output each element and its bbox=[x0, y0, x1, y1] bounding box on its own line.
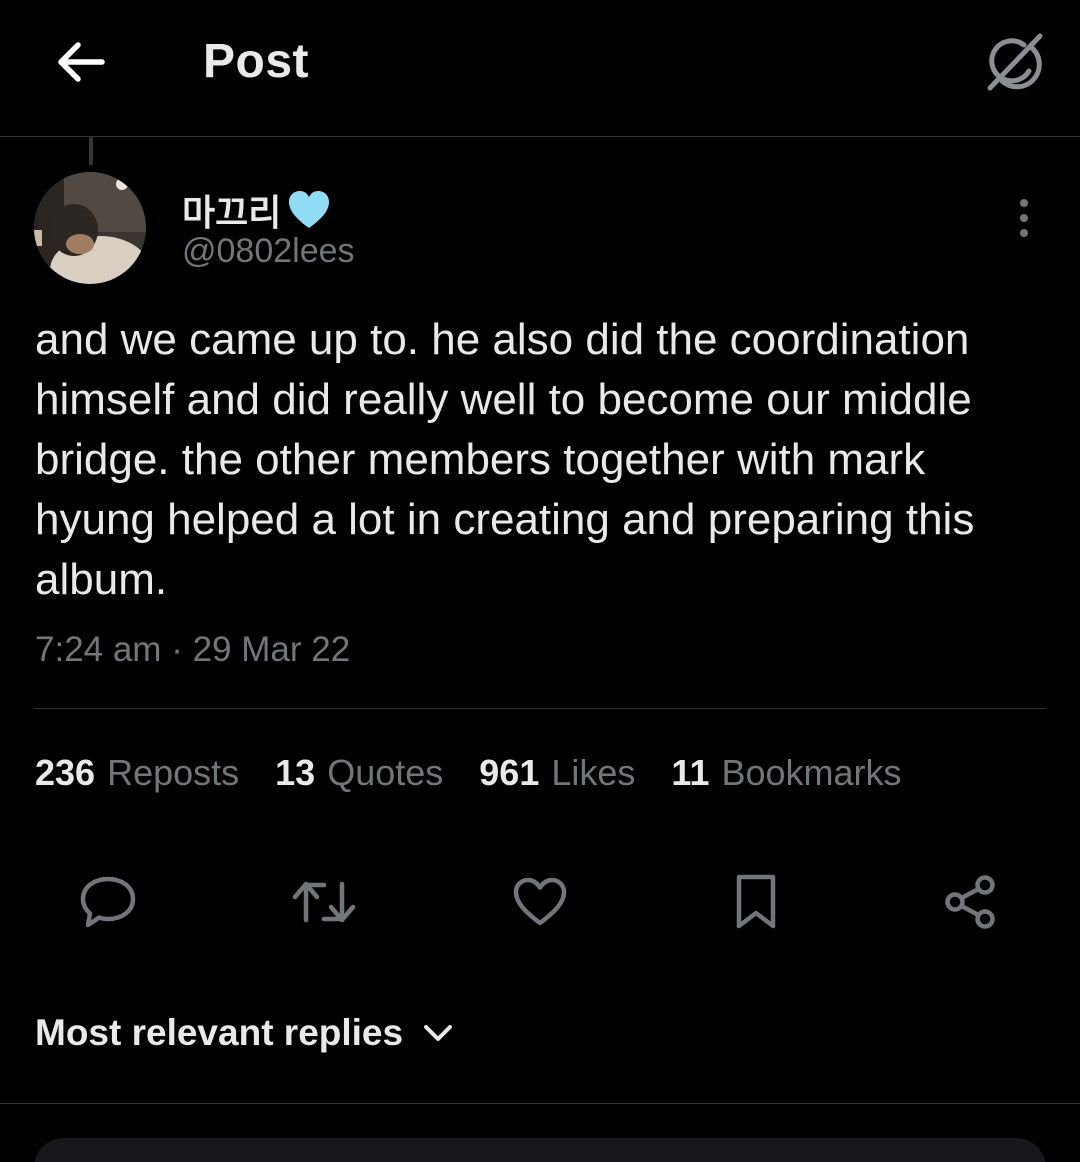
reply-composer[interactable] bbox=[34, 1138, 1046, 1162]
reply-icon bbox=[80, 876, 136, 928]
stat-label: Quotes bbox=[327, 752, 444, 793]
light-blue-heart-icon bbox=[289, 191, 330, 228]
share-button[interactable] bbox=[938, 870, 1002, 934]
author-name-row: 마끄리 bbox=[182, 184, 331, 236]
like-button[interactable] bbox=[508, 870, 572, 934]
more-dot-icon bbox=[1020, 214, 1028, 222]
author-display-name[interactable]: 마끄리 bbox=[182, 184, 281, 236]
likes-stat[interactable]: 961 Likes bbox=[479, 752, 635, 794]
thread-connector-line bbox=[89, 137, 93, 165]
stat-count: 13 bbox=[275, 752, 316, 793]
reposts-stat[interactable]: 236 Reposts bbox=[35, 752, 239, 794]
stat-count: 961 bbox=[479, 752, 540, 793]
stat-label: Bookmarks bbox=[721, 752, 902, 793]
chevron-down-icon bbox=[424, 1025, 453, 1041]
stat-count: 236 bbox=[35, 752, 96, 793]
top-bar: Post bbox=[0, 0, 1080, 137]
more-options-button[interactable] bbox=[1004, 192, 1044, 244]
arrow-left-icon bbox=[58, 42, 105, 82]
engagement-stats: 236 Reposts 13 Quotes 961 Likes 11 Bookm… bbox=[35, 752, 902, 794]
back-button[interactable] bbox=[48, 30, 112, 94]
page-title: Post bbox=[203, 35, 310, 88]
repost-icon bbox=[292, 881, 356, 923]
divider bbox=[34, 708, 1046, 709]
more-dot-icon bbox=[1020, 229, 1028, 237]
stat-label: Likes bbox=[551, 752, 636, 793]
grok-button[interactable] bbox=[976, 26, 1048, 98]
post-text: and we came up to. he also did the coord… bbox=[35, 315, 975, 604]
bookmark-button[interactable] bbox=[724, 870, 788, 934]
repost-button[interactable] bbox=[292, 870, 356, 934]
replies-sort-dropdown[interactable]: Most relevant replies bbox=[35, 1012, 453, 1054]
post-timestamp[interactable]: 7:24 am · 29 Mar 22 bbox=[35, 630, 350, 670]
quotes-stat[interactable]: 13 Quotes bbox=[275, 752, 443, 794]
grok-icon bbox=[987, 33, 1043, 91]
avatar[interactable] bbox=[34, 172, 146, 284]
heart-icon bbox=[513, 877, 567, 926]
stat-count: 11 bbox=[671, 752, 710, 793]
bookmarks-stat[interactable]: 11 Bookmarks bbox=[671, 752, 901, 794]
more-dot-icon bbox=[1020, 199, 1028, 207]
bookmark-icon bbox=[736, 874, 776, 929]
share-icon bbox=[945, 875, 995, 929]
divider bbox=[0, 1103, 1080, 1104]
post-detail-screen: Post 마끄리 @0802lees and we came up to. he… bbox=[0, 0, 1080, 1162]
stat-label: Reposts bbox=[107, 752, 240, 793]
reply-button[interactable] bbox=[76, 870, 140, 934]
avatar-photo bbox=[34, 172, 146, 284]
author-handle[interactable]: @0802lees bbox=[182, 232, 355, 271]
replies-sort-label: Most relevant replies bbox=[35, 1012, 404, 1053]
